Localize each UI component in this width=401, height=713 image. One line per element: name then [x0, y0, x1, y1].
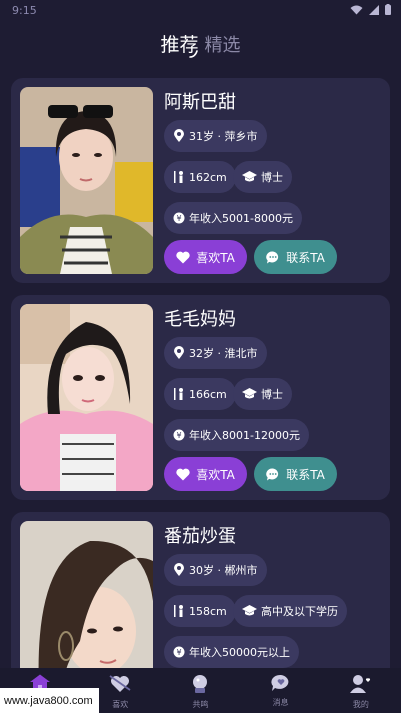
graduation-cap-icon [242, 388, 257, 399]
heart-icon [176, 468, 190, 480]
height-text: 158cm [189, 604, 227, 618]
nav-label-profile: 我的 [352, 700, 369, 709]
nav-item-messages[interactable]: 消息 [241, 668, 321, 708]
height-text: 162cm [189, 170, 227, 184]
battery-icon [385, 4, 391, 15]
education-text: 博士 [261, 171, 283, 184]
income-text: 年收入8001-12000元 [189, 429, 300, 442]
height-icon [174, 388, 183, 400]
nav-label-messages: 消息 [272, 698, 289, 707]
like-button[interactable]: 喜欢TA [164, 457, 247, 491]
education-text: 高中及以下学历 [261, 605, 338, 618]
heart-icon [176, 251, 190, 263]
status-bar: 9:15 [0, 0, 401, 22]
location-pin-icon [174, 346, 184, 359]
age-location-chip: 30岁 · 郴州市 [164, 554, 267, 586]
education-chip: 博士 [233, 378, 292, 410]
active-tab-indicator [189, 50, 198, 58]
age-location-text: 30岁 · 郴州市 [189, 564, 258, 577]
graduation-cap-icon [242, 171, 257, 182]
height-icon [174, 605, 183, 617]
education-text: 博士 [261, 388, 283, 401]
wifi-icon [350, 5, 363, 14]
watermark: www.java800.com [0, 688, 99, 713]
svg-text:¥: ¥ [176, 431, 181, 440]
contact-button-label: 联系TA [286, 250, 325, 265]
signal-icon [369, 4, 379, 15]
like-button-label: 喜欢TA [196, 467, 235, 482]
tab-featured[interactable]: 精选 [205, 30, 241, 60]
contact-button-label: 联系TA [286, 467, 325, 482]
like-button[interactable]: 喜欢TA [164, 240, 247, 274]
chat-heart-icon [271, 674, 289, 691]
age-location-text: 32岁 · 淮北市 [189, 347, 258, 360]
profile-card[interactable]: 毛毛妈妈 32岁 · 淮北市 166cm 博士 ¥ 年收入8001-12000元… [11, 295, 390, 500]
education-chip: 博士 [233, 161, 292, 193]
status-time: 9:15 [12, 4, 37, 17]
income-text: 年收入50000元以上 [189, 646, 290, 659]
nav-item-resonance[interactable]: 共鸣 [160, 668, 240, 710]
nav-item-profile[interactable]: 我的 [321, 668, 401, 710]
chat-bubble-icon [266, 250, 279, 263]
age-location-chip: 31岁 · 萍乡市 [164, 120, 267, 152]
yuan-coin-icon: ¥ [173, 429, 185, 441]
profile-photo[interactable] [20, 304, 153, 491]
income-text: 年收入5001-8000元 [189, 212, 293, 225]
yuan-coin-icon: ¥ [173, 212, 185, 224]
height-text: 166cm [189, 387, 227, 401]
status-icons [350, 4, 391, 15]
income-chip: ¥ 年收入5001-8000元 [164, 202, 302, 234]
crystal-ball-icon [193, 675, 208, 693]
contact-button[interactable]: 联系TA [254, 457, 337, 491]
profile-photo[interactable] [20, 87, 153, 274]
profile-card[interactable]: 阿斯巴甜 31岁 · 萍乡市 162cm 博士 ¥ 年收入5001-8000元 … [11, 78, 390, 283]
profile-name: 番茄炒蛋 [164, 526, 236, 547]
height-chip: 162cm [164, 161, 236, 193]
svg-text:¥: ¥ [176, 648, 181, 657]
svg-text:¥: ¥ [176, 214, 181, 223]
age-location-chip: 32岁 · 淮北市 [164, 337, 267, 369]
profile-icon [349, 675, 370, 693]
education-chip: 高中及以下学历 [233, 595, 347, 627]
age-location-text: 31岁 · 萍乡市 [189, 130, 258, 143]
top-tabs: 推荐 精选 [0, 30, 401, 60]
profile-name: 阿斯巴甜 [164, 92, 236, 113]
heart-arrow-icon [109, 675, 131, 692]
income-chip: ¥ 年收入8001-12000元 [164, 419, 309, 451]
height-icon [174, 171, 183, 183]
contact-button[interactable]: 联系TA [254, 240, 337, 274]
height-chip: 158cm [164, 595, 236, 627]
location-pin-icon [174, 129, 184, 142]
height-chip: 166cm [164, 378, 236, 410]
profile-name: 毛毛妈妈 [164, 309, 236, 330]
chat-bubble-icon [266, 467, 279, 480]
nav-label-resonance: 共鸣 [192, 700, 209, 709]
graduation-cap-icon [242, 605, 257, 616]
yuan-coin-icon: ¥ [173, 646, 185, 658]
location-pin-icon [174, 563, 184, 576]
income-chip: ¥ 年收入50000元以上 [164, 636, 299, 668]
like-button-label: 喜欢TA [196, 250, 235, 265]
